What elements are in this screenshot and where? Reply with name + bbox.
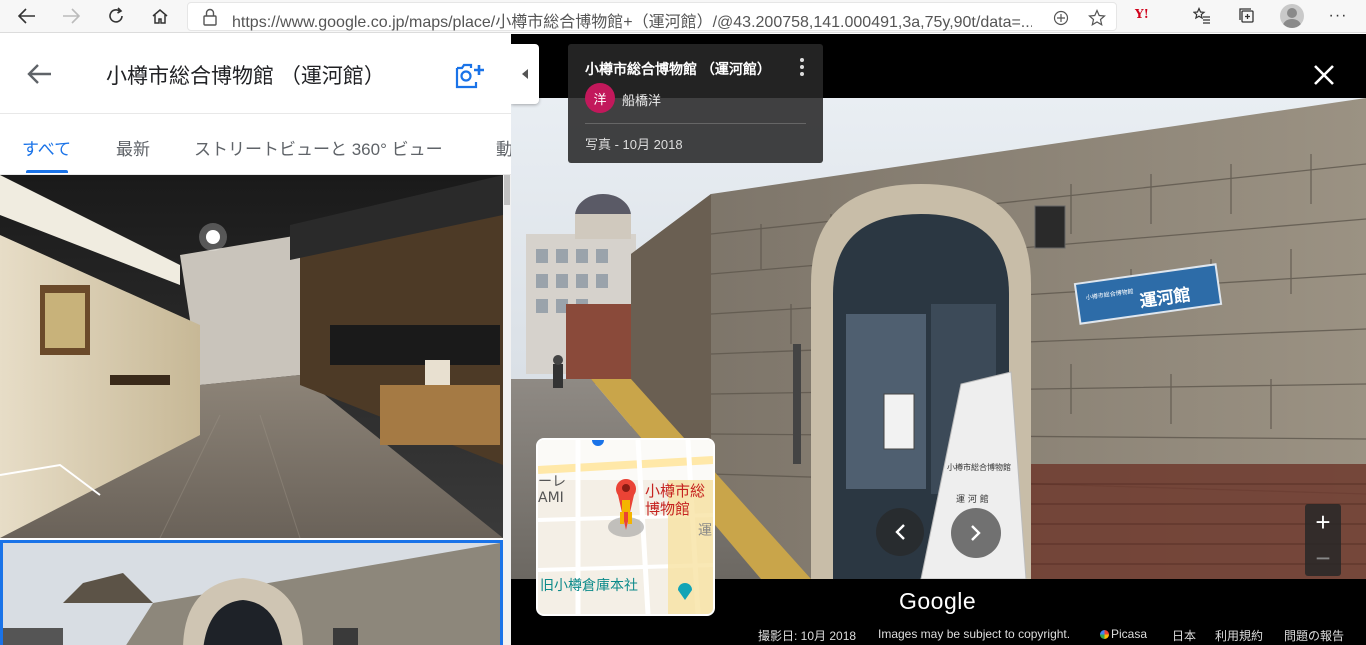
author-name[interactable]: 船橋洋	[622, 90, 661, 109]
footer-copyright: Images may be subject to copyright.	[878, 627, 1071, 641]
favorite-star-icon[interactable]	[1086, 7, 1108, 29]
mini-map-edge-char: 運	[698, 523, 712, 539]
home-icon[interactable]	[145, 3, 175, 29]
mini-map-label-1: 小樽市総	[645, 482, 705, 500]
panel-header: 小樽市総合博物館 （運河館）	[0, 34, 511, 114]
author-avatar[interactable]: 洋	[585, 83, 615, 113]
mini-map-edge-label-1: ーレ	[538, 474, 566, 490]
favorites-icon[interactable]	[1187, 3, 1217, 29]
collapse-panel-button[interactable]	[511, 44, 539, 104]
add-tab-icon[interactable]	[1050, 7, 1072, 29]
monument-subtitle: 運 河 館	[956, 493, 989, 505]
more-menu-icon[interactable]: ···	[1323, 3, 1353, 29]
profile-avatar[interactable]	[1280, 4, 1304, 28]
monument-title: 小樽市総合博物館	[947, 462, 1011, 472]
refresh-icon[interactable]	[101, 3, 131, 29]
mini-map-label-2: 博物館	[645, 500, 690, 518]
mini-map[interactable]: 小樽市総 博物館 旧小樽倉庫本社 ーレ AMI 運	[536, 438, 715, 616]
url-text[interactable]: https://www.google.co.jp/maps/place/小樽市総…	[232, 8, 1032, 32]
lock-icon	[203, 8, 217, 26]
info-more-icon[interactable]	[796, 58, 808, 80]
page-title: 小樽市総合博物館 （運河館）	[106, 65, 385, 88]
mini-map-edge-label-2: AMI	[538, 490, 564, 506]
tab-street-view[interactable]: ストリートビューと 360° ビュー	[194, 135, 443, 160]
address-bar[interactable]: https://www.google.co.jp/maps/place/小樽市総…	[187, 2, 1117, 31]
footer-date: 撮影日: 10月 2018	[758, 629, 857, 643]
chevron-right-icon	[971, 525, 981, 541]
picasa-link[interactable]: Picasa	[1100, 627, 1147, 641]
forward-icon[interactable]	[56, 3, 86, 29]
photo-viewer[interactable]: 運河館 小樽市総合博物館 小樽市総合博物館 運 河 館 小樽市総合博物館 （運河…	[511, 34, 1366, 645]
add-photo-icon[interactable]	[454, 60, 486, 90]
tab-video[interactable]: 動	[496, 135, 511, 160]
close-icon[interactable]	[1311, 62, 1337, 88]
zoom-out-button[interactable]: −	[1305, 540, 1341, 576]
info-title: 小樽市総合博物館 （運河館）	[585, 61, 771, 77]
photo-info-card: 小樽市総合博物館 （運河館） 洋 船橋洋 写真 - 10月 2018	[568, 44, 823, 163]
active-tab-indicator	[26, 170, 68, 173]
previous-photo-button[interactable]	[876, 508, 924, 556]
photo-thumbnail-exterior-selected[interactable]	[0, 540, 503, 645]
terms-link[interactable]: 利用規約	[1215, 627, 1263, 644]
info-divider	[585, 123, 806, 124]
yahoo-extension-icon[interactable]: Y!	[1135, 7, 1149, 21]
photos-panel: 小樽市総合博物館 （運河館） すべて 最新 ストリートビューと 360° ビュー…	[0, 34, 511, 645]
back-icon[interactable]	[12, 3, 42, 29]
zoom-in-button[interactable]: +	[1305, 504, 1341, 540]
viewer-footer: 撮影日: 10月 2018 Images may be subject to c…	[511, 626, 1366, 645]
collapse-left-icon	[522, 69, 528, 79]
browser-toolbar: https://www.google.co.jp/maps/place/小樽市総…	[0, 0, 1366, 33]
report-problem-link[interactable]: 問題の報告	[1284, 627, 1344, 644]
photo-tabs: すべて 最新 ストリートビューと 360° ビュー 動	[0, 115, 511, 175]
tab-all[interactable]: すべて	[22, 135, 71, 160]
zoom-control: + −	[1305, 504, 1341, 576]
photo-thumbnail-interior[interactable]	[0, 175, 503, 538]
country-link[interactable]: 日本	[1172, 627, 1196, 644]
mini-map-street-label: 旧小樽倉庫本社	[540, 577, 638, 594]
collections-icon[interactable]	[1232, 3, 1262, 29]
next-photo-button[interactable]	[951, 508, 1001, 558]
chevron-left-icon	[895, 524, 905, 540]
picasa-icon	[1100, 630, 1109, 639]
tab-latest[interactable]: 最新	[116, 135, 150, 160]
info-date: 写真 - 10月 2018	[585, 137, 683, 152]
back-arrow-icon[interactable]	[26, 62, 54, 86]
google-logo: Google	[899, 588, 977, 614]
panel-scrollbar[interactable]	[503, 175, 511, 645]
